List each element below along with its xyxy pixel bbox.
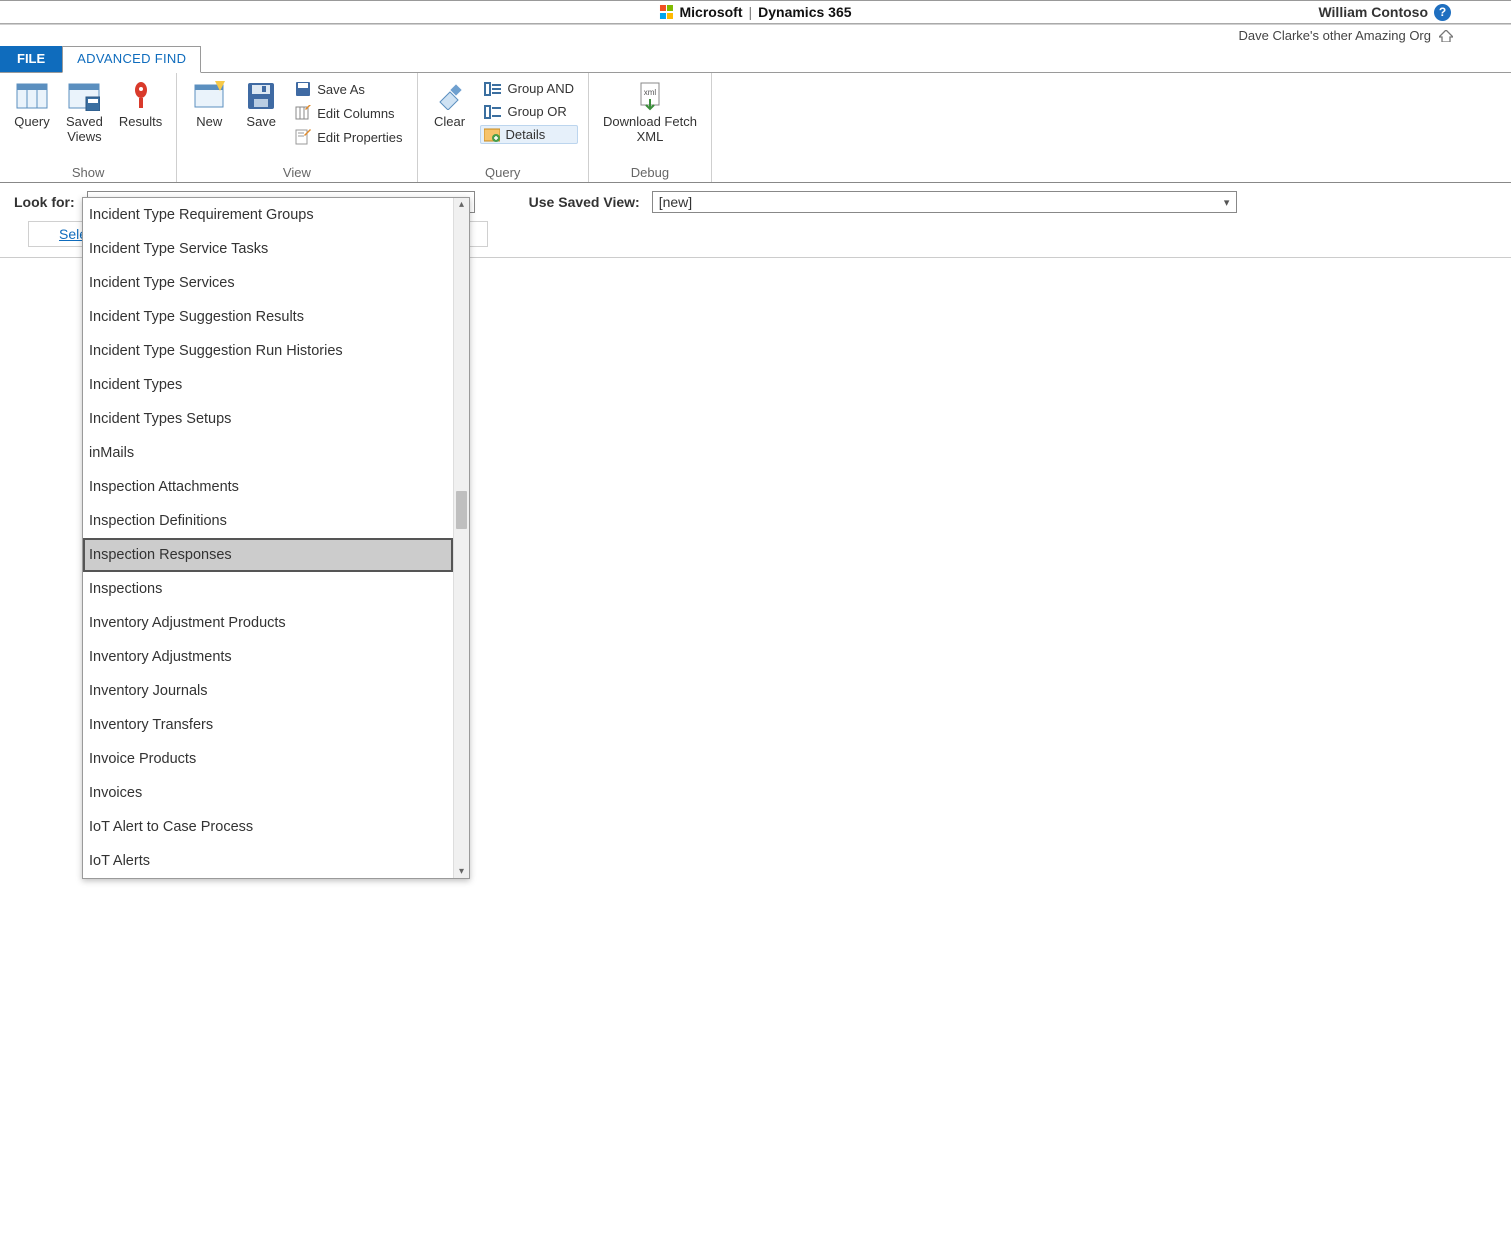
results-button[interactable]: Results — [111, 77, 170, 130]
brand-center: Microsoft | Dynamics 365 — [659, 4, 851, 20]
new-icon — [193, 79, 225, 113]
ribbon-group-query: Clear Group AND Group OR — [418, 73, 589, 182]
ribbon-group-show-caption: Show — [6, 165, 170, 182]
look-for-option[interactable]: Incident Type Services — [83, 266, 453, 300]
scroll-up-arrow-icon[interactable]: ▴ — [459, 198, 464, 211]
look-for-option[interactable]: IoT Alert to Case Process — [83, 810, 453, 844]
ribbon: Query Saved Views Results Show — [0, 73, 1511, 183]
group-or-label: Group OR — [508, 104, 567, 119]
results-label: Results — [119, 115, 162, 130]
scroll-down-arrow-icon[interactable]: ▾ — [459, 865, 464, 878]
look-for-option[interactable]: IoT Alerts — [83, 844, 453, 878]
clear-button[interactable]: Clear — [424, 77, 476, 130]
brand-microsoft: Microsoft — [679, 4, 742, 20]
ribbon-group-show: Query Saved Views Results Show — [0, 73, 177, 182]
svg-text:xml: xml — [644, 88, 657, 97]
query-label: Query — [14, 115, 49, 130]
dropdown-scrollbar[interactable]: ▴ ▾ — [453, 198, 469, 878]
save-as-label: Save As — [317, 82, 365, 97]
query-icon — [16, 79, 48, 113]
org-bar: Dave Clarke's other Amazing Org — [0, 24, 1511, 46]
saved-views-icon — [68, 79, 100, 113]
save-icon — [246, 79, 276, 113]
new-button[interactable]: New — [183, 77, 235, 130]
org-name: Dave Clarke's other Amazing Org — [1238, 28, 1431, 43]
look-for-option[interactable]: Incident Types — [83, 368, 453, 402]
brand-product: Dynamics 365 — [758, 4, 851, 20]
look-for-option[interactable]: Inspections — [83, 572, 453, 606]
look-for-option[interactable]: Incident Type Service Tasks — [83, 232, 453, 266]
edit-columns-label: Edit Columns — [317, 106, 394, 121]
details-label: Details — [506, 127, 546, 142]
look-for-option[interactable]: Inventory Adjustment Products — [83, 606, 453, 640]
home-icon[interactable] — [1439, 30, 1453, 42]
save-as-icon — [295, 81, 311, 97]
details-icon — [484, 128, 500, 142]
query-button[interactable]: Query — [6, 77, 58, 130]
user-area: William Contoso ? — [1318, 4, 1511, 21]
group-or-button[interactable]: Group OR — [480, 102, 578, 121]
look-for-option[interactable]: Inspection Responses — [83, 538, 453, 572]
brand-bar: Microsoft | Dynamics 365 William Contoso… — [0, 0, 1511, 24]
clear-icon — [436, 79, 464, 113]
look-for-option[interactable]: inMails — [83, 436, 453, 470]
use-saved-view-dropdown[interactable]: [new] ▾ — [652, 191, 1237, 213]
look-for-option[interactable]: Invoices — [83, 776, 453, 810]
download-fetch-xml-icon: xml — [635, 79, 665, 113]
user-name: William Contoso — [1318, 4, 1428, 20]
group-and-label: Group AND — [508, 81, 574, 96]
look-for-option[interactable]: Inventory Adjustments — [83, 640, 453, 674]
look-for-option[interactable]: Inspection Definitions — [83, 504, 453, 538]
look-for-option[interactable]: Incident Type Suggestion Results — [83, 300, 453, 334]
clear-label: Clear — [434, 115, 465, 130]
edit-properties-icon — [295, 129, 311, 145]
ribbon-group-debug-caption: Debug — [595, 165, 705, 182]
results-icon — [131, 79, 151, 113]
ribbon-group-query-caption: Query — [424, 165, 582, 182]
saved-views-button[interactable]: Saved Views — [58, 77, 111, 145]
help-icon[interactable]: ? — [1434, 4, 1451, 21]
save-label: Save — [246, 115, 276, 130]
brand-separator: | — [748, 4, 752, 20]
scroll-track[interactable] — [454, 211, 469, 865]
use-saved-view-value: [new] — [653, 194, 1218, 210]
group-and-button[interactable]: Group AND — [480, 79, 578, 98]
tab-advanced-find[interactable]: ADVANCED FIND — [62, 46, 201, 73]
edit-properties-label: Edit Properties — [317, 130, 402, 145]
look-for-label: Look for: — [14, 194, 75, 210]
ribbon-group-view: New Save Save As E — [177, 73, 417, 182]
scroll-thumb[interactable] — [456, 491, 467, 529]
look-for-option[interactable]: Incident Type Suggestion Run Histories — [83, 334, 453, 368]
use-saved-view-label: Use Saved View: — [529, 194, 640, 210]
look-for-option[interactable]: Incident Types Setups — [83, 402, 453, 436]
look-for-option[interactable]: Incident Type Requirement Groups — [83, 198, 453, 232]
ribbon-tabs: FILE ADVANCED FIND — [0, 46, 1511, 73]
tab-file[interactable]: FILE — [0, 46, 62, 72]
group-and-icon — [484, 82, 502, 96]
look-for-option[interactable]: Invoice Products — [83, 742, 453, 776]
ribbon-group-debug: xml Download Fetch XML Debug — [589, 73, 712, 182]
save-button[interactable]: Save — [235, 77, 287, 130]
microsoft-logo-icon — [659, 5, 673, 19]
edit-properties-button[interactable]: Edit Properties — [291, 127, 406, 147]
look-for-dropdown-panel: Incident Type Requirement GroupsIncident… — [82, 197, 470, 879]
edit-columns-button[interactable]: Edit Columns — [291, 103, 406, 123]
download-fetch-xml-label: Download Fetch XML — [603, 115, 697, 145]
ribbon-group-view-caption: View — [183, 165, 410, 182]
details-button[interactable]: Details — [480, 125, 578, 144]
edit-columns-icon — [295, 105, 311, 121]
saved-views-label: Saved Views — [66, 115, 103, 145]
new-label: New — [196, 115, 222, 130]
look-for-option[interactable]: Inventory Transfers — [83, 708, 453, 742]
look-for-options-list: Incident Type Requirement GroupsIncident… — [83, 198, 453, 878]
look-for-option[interactable]: Inspection Attachments — [83, 470, 453, 504]
chevron-down-icon: ▾ — [1218, 196, 1236, 209]
look-for-option[interactable]: Inventory Journals — [83, 674, 453, 708]
download-fetch-xml-button[interactable]: xml Download Fetch XML — [595, 77, 705, 145]
group-or-icon — [484, 105, 502, 119]
save-as-button[interactable]: Save As — [291, 79, 406, 99]
